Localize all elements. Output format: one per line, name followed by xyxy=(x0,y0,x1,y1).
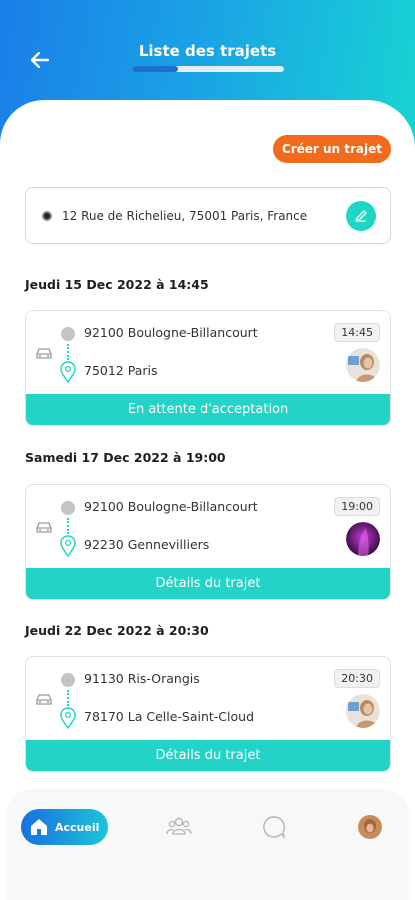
create-trip-button[interactable]: Créer un trajet xyxy=(272,135,391,163)
trip-time-badge: 19:00 xyxy=(334,497,380,516)
map-pin-icon xyxy=(60,535,76,557)
origin-dot-icon xyxy=(61,327,75,341)
profile-avatar[interactable] xyxy=(358,815,382,839)
trip-card[interactable]: 92100 Boulogne-Billancourt 92230 Gennevi… xyxy=(25,484,391,600)
address-text: 12 Rue de Richelieu, 75001 Paris, France xyxy=(62,208,308,223)
trip-origin: 91130 Ris-Orangis xyxy=(84,671,200,686)
group-icon[interactable] xyxy=(166,815,192,837)
pencil-icon xyxy=(355,209,367,222)
driver-avatar xyxy=(346,522,380,556)
progress-bar xyxy=(132,66,284,72)
edit-address-button[interactable] xyxy=(346,200,376,231)
trip-details-button[interactable]: Détails du trajet xyxy=(26,568,390,599)
car-icon xyxy=(36,694,52,705)
nav-home-label: Accueil xyxy=(55,820,100,834)
trip-details-button[interactable]: Détails du trajet xyxy=(26,740,390,771)
nav-home-button[interactable]: Accueil xyxy=(21,809,108,845)
trip-origin: 92100 Boulogne-Billancourt xyxy=(84,499,258,514)
trip-destination: 92230 Gennevilliers xyxy=(84,537,210,552)
trip-status-button[interactable]: En attente d'acceptation xyxy=(26,394,390,425)
origin-dot-icon xyxy=(61,673,75,687)
trip-destination: 78170 La Celle-Saint-Cloud xyxy=(84,709,255,724)
trip-time-badge: 20:30 xyxy=(334,669,380,688)
driver-avatar xyxy=(346,694,380,728)
trip-origin: 92100 Boulogne-Billancourt xyxy=(84,325,258,340)
route-line xyxy=(67,518,69,534)
origin-dot-icon xyxy=(61,501,75,515)
trip-date-heading: Jeudi 22 Dec 2022 à 20:30 xyxy=(25,623,209,638)
route-line xyxy=(67,690,69,706)
progress-fill xyxy=(132,66,178,72)
trip-destination: 75012 Paris xyxy=(84,363,158,378)
trip-date-heading: Samedi 17 Dec 2022 à 19:00 xyxy=(25,450,226,465)
chat-icon[interactable] xyxy=(262,815,286,839)
map-pin-icon xyxy=(60,707,76,729)
car-icon xyxy=(36,348,52,359)
map-pin-icon xyxy=(60,361,76,383)
trip-date-heading: Jeudi 15 Dec 2022 à 14:45 xyxy=(25,277,209,292)
address-card[interactable]: 12 Rue de Richelieu, 75001 Paris, France xyxy=(25,187,391,244)
location-dot-icon xyxy=(42,210,52,221)
car-icon xyxy=(36,522,52,533)
home-icon xyxy=(31,819,47,835)
route-line xyxy=(67,344,69,360)
trip-card[interactable]: 91130 Ris-Orangis 78170 La Celle-Saint-C… xyxy=(25,656,391,772)
driver-avatar xyxy=(346,348,380,382)
trip-card[interactable]: 92100 Boulogne-Billancourt 75012 Paris 1… xyxy=(25,310,391,426)
bottom-navigation: Accueil xyxy=(6,789,409,900)
page-title: Liste des trajets xyxy=(138,42,277,60)
trip-time-badge: 14:45 xyxy=(334,323,380,342)
